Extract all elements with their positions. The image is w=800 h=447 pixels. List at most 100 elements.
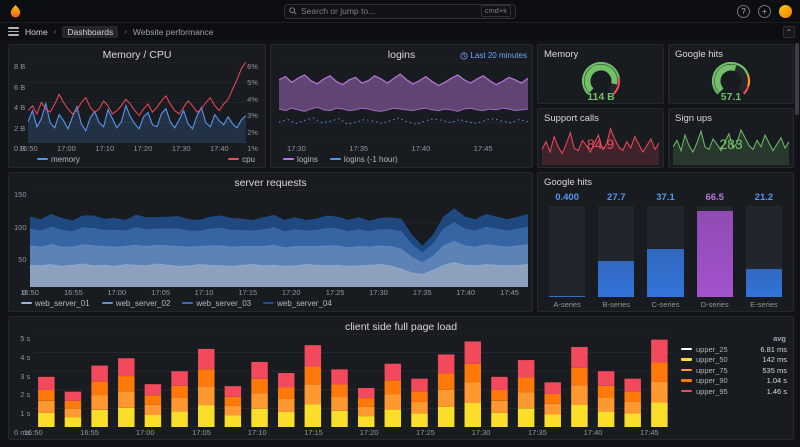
panel-title[interactable]: Support calls — [542, 112, 659, 126]
panel-title[interactable]: Memory / CPU — [13, 48, 261, 62]
stat-value: 84.9 — [586, 135, 615, 152]
panel-title[interactable]: logins Last 20 minutes — [275, 48, 528, 62]
time-range-badge[interactable]: Last 20 minutes — [459, 49, 527, 63]
x-axis: 16:50 16:55 17:00 17:05 17:10 17:15 17:20 17:25… — [24, 427, 673, 437]
bar-gauge-track[interactable] — [598, 206, 635, 297]
grafana-app: Search or jump to... cmd+k ? + Home › Da… — [0, 0, 800, 447]
legend-marker — [681, 368, 692, 372]
bar-gauge-label: B-series — [602, 300, 631, 309]
x-tick: 17:30 — [171, 144, 191, 153]
x-tick: 17:10 — [247, 428, 267, 437]
bar-gauge-value: 0.400 — [555, 192, 579, 203]
bar-gauge-bar — [647, 248, 684, 297]
legend-item[interactable]: memory — [37, 155, 80, 164]
x-tick: 17:00 — [57, 144, 76, 153]
legend-header[interactable]: avg — [681, 334, 787, 343]
scrollbar-thumb[interactable] — [795, 43, 799, 115]
bar-gauge-label: E-series — [750, 300, 778, 309]
y-tick: 5% — [247, 78, 258, 88]
support-calls-sparkline: 84.9 — [542, 126, 659, 165]
chevron-right-icon: › — [53, 27, 57, 36]
scrollbar[interactable] — [795, 41, 799, 445]
legend-marker — [21, 301, 32, 305]
y-tick: 3% — [247, 111, 258, 121]
legend-item[interactable]: cpu — [228, 155, 255, 164]
dashboard: Memory / CPU 8 B6 B4 B2 B0 B 16:50 17:00 1… — [0, 40, 800, 447]
y-tick: 6 B — [14, 82, 26, 92]
google-hits-gauge: 57.1 — [673, 62, 789, 104]
bar-gauge-track[interactable] — [696, 206, 733, 297]
bar-gauge-track[interactable] — [549, 206, 586, 297]
x-tick: 17:20 — [133, 144, 153, 153]
top-nav: Search or jump to... cmd+k ? + — [0, 0, 800, 22]
legend-item[interactable]: web_server_03 — [182, 299, 251, 308]
search-input[interactable]: Search or jump to... cmd+k — [284, 3, 516, 19]
legend-marker — [263, 301, 275, 305]
legend-item[interactable]: logins (-1 hour) — [329, 155, 398, 164]
bar-gauge-track[interactable] — [647, 206, 684, 297]
nav-actions: ? + — [737, 4, 792, 18]
plus-icon[interactable]: + — [758, 4, 771, 18]
x-tick: 17:10 — [194, 288, 214, 297]
legend-marker — [37, 157, 48, 161]
memory-cpu-chart[interactable] — [28, 62, 247, 143]
panel-page-load: client side full page load 5 s 4 s 3 s 2 s 1… — [8, 316, 794, 440]
legend-row[interactable]: upper_95 1.46 s — [681, 387, 787, 396]
bar-gauge-column: 27.7 B-series — [595, 192, 637, 309]
bar-gauge-value: 66.5 — [705, 192, 724, 203]
x-tick: 16:50 — [18, 144, 38, 153]
legend-marker — [681, 389, 692, 393]
bar-gauge-track[interactable] — [745, 206, 783, 297]
panel-title[interactable]: Memory — [542, 48, 659, 62]
legend-item[interactable]: web_server_01 — [21, 299, 90, 308]
bar-gauge-column: 66.5 D-series — [694, 192, 736, 309]
x-tick: 17:15 — [238, 288, 258, 297]
x-tick: 17:40 — [411, 144, 431, 153]
sign-ups-sparkline: 283 — [673, 126, 789, 165]
panel-support-calls: Support calls 84.9 — [537, 108, 664, 168]
breadcrumb-home[interactable]: Home — [25, 27, 48, 37]
legend-item[interactable]: logins — [283, 155, 318, 164]
chevron-right-icon: › — [124, 27, 127, 36]
search-placeholder: Search or jump to... — [301, 6, 376, 16]
help-icon[interactable]: ? — [737, 4, 750, 18]
legend-avg-value: 535 ms — [762, 365, 787, 375]
user-avatar[interactable] — [779, 4, 792, 18]
x-tick: 17:10 — [95, 144, 115, 153]
x-tick: 17:40 — [456, 288, 476, 297]
panel-title[interactable]: Google hits — [673, 48, 789, 62]
x-tick: 17:00 — [107, 288, 127, 297]
x-tick: 16:50 — [23, 428, 43, 437]
legend-row[interactable]: upper_90 1.04 s — [681, 376, 787, 385]
legend-row[interactable]: upper_25 6.81 ms — [681, 345, 787, 354]
legend-row[interactable]: upper_50 142 ms — [681, 355, 787, 364]
page-load-chart[interactable] — [33, 334, 673, 427]
legend-label: logins — [297, 154, 318, 164]
x-tick: 17:05 — [192, 428, 211, 437]
panel-title[interactable]: server requests — [13, 176, 528, 190]
chevron-up-icon[interactable]: ⌃ — [783, 26, 795, 38]
panel-sign-ups: Sign ups 283 — [668, 108, 794, 168]
panel-title[interactable]: Google hits — [542, 176, 789, 190]
legend-item[interactable]: web_server_02 — [101, 299, 170, 308]
x-tick: 17:30 — [471, 428, 491, 437]
logins-chart[interactable] — [279, 62, 528, 143]
panel-title[interactable]: Sign ups — [673, 112, 789, 126]
x-tick: 17:25 — [325, 288, 345, 297]
x-tick: 17:00 — [135, 428, 155, 437]
breadcrumb-dashboards[interactable]: Dashboards — [62, 25, 119, 38]
x-tick: 17:40 — [583, 428, 603, 437]
legend-label: web_server_04 — [277, 298, 332, 308]
x-tick: 17:20 — [281, 288, 301, 297]
y-tick: 150 — [14, 190, 27, 199]
panel-title[interactable]: client side full page load — [13, 320, 789, 334]
panel-server-requests: server requests 150 100 50 0 16:50 16:55 17:0… — [8, 172, 533, 312]
legend-item[interactable]: web_server_04 — [263, 299, 332, 308]
bar-gauge-value: 27.7 — [607, 192, 626, 203]
server-requests-chart[interactable] — [29, 190, 528, 287]
x-tick: 17:35 — [412, 288, 432, 297]
grafana-logo-icon[interactable] — [8, 4, 23, 19]
y-tick: 100 — [14, 222, 27, 232]
menu-icon[interactable] — [8, 27, 19, 36]
legend-row[interactable]: upper_75 535 ms — [681, 366, 787, 375]
